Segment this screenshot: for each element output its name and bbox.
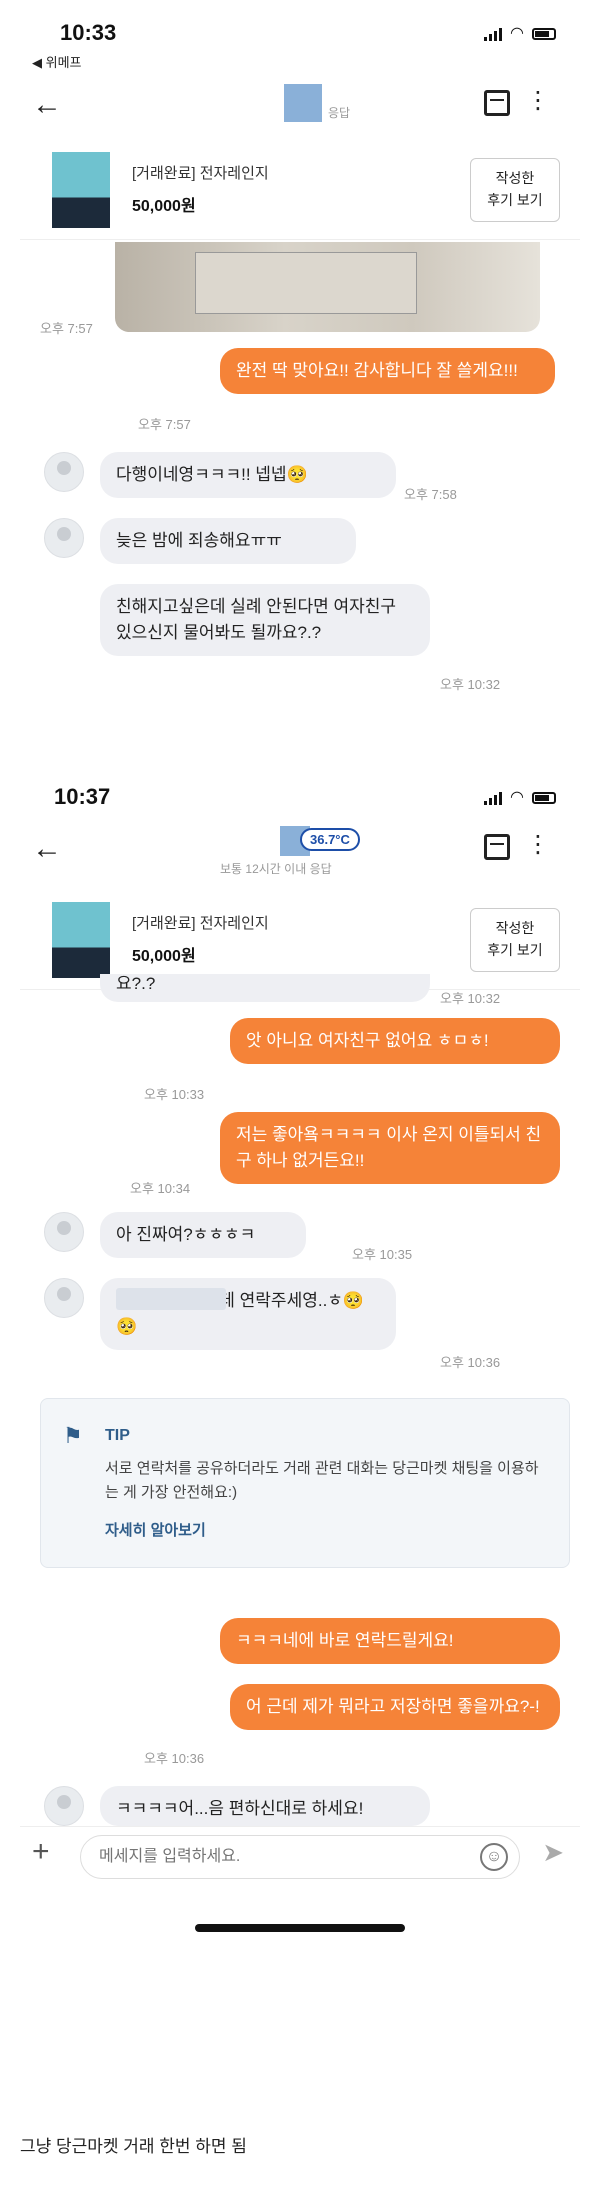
chat-screenshot-1: 10:33 ◀ 위메프 ◠ ← 응답 ⋮ [거래완료] 전자레인지 50,000…	[20, 0, 580, 728]
response-time-label: 보통 12시간 이내 응답	[220, 862, 332, 876]
plus-icon[interactable]: +	[32, 1835, 50, 1869]
post-caption: 그냥 당근마켓 거래 한번 하면 됨	[20, 2137, 247, 2156]
incoming-message: 아 진짜여?ㅎㅎㅎㅋ	[100, 1212, 306, 1258]
outgoing-message: ㅋㅋㅋ네에 바로 연락드릴게요!	[220, 1618, 560, 1664]
back-to-app-link[interactable]: ◀ 위메프	[32, 52, 82, 71]
review-button-line1: 작성한	[495, 920, 535, 936]
view-review-button[interactable]: 작성한 후기 보기	[470, 908, 560, 972]
partner-avatar[interactable]	[284, 84, 322, 122]
system-icons: ◠	[484, 790, 556, 806]
tip-learn-more-link[interactable]: 자세히 알아보기	[105, 1519, 206, 1540]
message-composer: + ☺ ➤	[20, 1826, 580, 1886]
partner-avatar-icon[interactable]	[44, 518, 84, 558]
system-icons: ◠	[484, 26, 556, 42]
back-arrow-icon[interactable]: ←	[32, 832, 62, 866]
review-button-line2: 후기 보기	[487, 192, 543, 208]
incoming-message: 다행이네영ㅋㅋㅋ!! 넵넵🥺	[100, 452, 396, 498]
product-thumbnail	[52, 152, 110, 228]
incoming-message: 친해지고싶은데 실례 안된다면 여자친구 있으신지 물어봐도 될까요?.?	[100, 584, 430, 656]
chat-header: ← 응답 ⋮	[20, 80, 580, 136]
incoming-message: 늦은 밤에 죄송해요ㅠㅠ	[100, 518, 356, 564]
blurred-phone-number	[116, 1288, 226, 1310]
message-time: 오후 10:32	[440, 677, 501, 692]
message-time: 오후 10:36	[144, 1751, 205, 1766]
product-price: 50,000원	[132, 948, 196, 965]
response-time-label: 응답	[328, 106, 351, 120]
message-time: 오후 10:35	[352, 1247, 413, 1262]
review-button-line2: 후기 보기	[487, 942, 543, 958]
incoming-message: 요?.?	[100, 974, 430, 1002]
more-vertical-icon[interactable]: ⋮	[526, 86, 550, 115]
product-status-title: [거래완료] 전자레인지	[132, 915, 269, 932]
message-time: 오후 7:58	[404, 487, 457, 502]
view-review-button[interactable]: 작성한 후기 보기	[470, 158, 560, 222]
back-arrow-icon[interactable]: ←	[32, 88, 62, 122]
shared-photo[interactable]	[115, 242, 540, 332]
wifi-icon: ◠	[510, 789, 524, 806]
safety-tip-box: ⚑ TIP 서로 연락처를 공유하더라도 거래 관련 대화는 당근마켓 채팅을 …	[40, 1398, 570, 1568]
tip-body: 서로 연락처를 공유하더라도 거래 관련 대화는 당근마켓 채팅을 이용하는 게…	[105, 1460, 539, 1501]
outgoing-message: 저는 좋아욬ㅋㅋㅋㅋ 이사 온지 이틀되서 친구 하나 없거든요!!	[220, 1112, 560, 1184]
message-time: 오후 7:57	[138, 417, 191, 432]
calendar-icon[interactable]	[484, 90, 510, 116]
message-time: 오후 10:32	[440, 991, 501, 1006]
outgoing-message: 완전 딱 맞아요!! 감사합니다 잘 쓸게요!!!	[220, 348, 555, 394]
signal-icon	[484, 27, 503, 41]
outgoing-message: 어 근데 제가 뭐라고 저장하면 좋을까요?-!	[230, 1684, 560, 1730]
send-icon[interactable]: ➤	[542, 1837, 564, 1868]
message-input[interactable]	[80, 1835, 520, 1879]
signal-icon	[484, 791, 503, 805]
product-thumbnail	[52, 902, 110, 978]
chat-screenshot-2: 10:37 ◠ ← 36.7°C 보통 12시간 이내 응답 ⋮ [거래완료] …	[20, 778, 580, 2008]
more-vertical-icon[interactable]: ⋮	[526, 830, 550, 859]
message-time: 오후 10:34	[130, 1181, 191, 1196]
chat-header: ← 36.7°C 보통 12시간 이내 응답 ⋮	[20, 824, 580, 880]
wifi-icon: ◠	[510, 25, 524, 42]
battery-icon	[532, 792, 556, 804]
calendar-icon[interactable]	[484, 834, 510, 860]
status-bar: 10:33 ◀ 위메프 ◠	[20, 0, 580, 70]
message-time: 오후 10:36	[440, 1355, 501, 1370]
emoji-icon[interactable]: ☺	[480, 1843, 508, 1871]
partner-avatar-icon[interactable]	[44, 1786, 84, 1826]
partner-avatar-icon[interactable]	[44, 452, 84, 492]
incoming-message: ㅋㅋㅋㅋ어...음 편하신대로 하세요!	[100, 1786, 430, 1826]
outgoing-message: 앗 아니요 여자친구 없어요 ㅎㅁㅎ!	[230, 1018, 560, 1064]
clock: 10:33	[60, 20, 117, 45]
message-time: 오후 10:33	[144, 1087, 205, 1102]
flag-icon: ⚑	[63, 1423, 83, 1448]
product-status-title: [거래완료] 전자레인지	[132, 165, 269, 182]
clock: 10:37	[54, 784, 111, 809]
review-button-line1: 작성한	[495, 170, 535, 186]
manner-temperature-badge: 36.7°C	[300, 828, 360, 851]
home-indicator	[195, 1924, 405, 1932]
message-time: 오후 7:57	[40, 321, 93, 336]
product-card[interactable]: [거래완료] 전자레인지 50,000원 작성한 후기 보기	[20, 140, 580, 240]
partner-avatar-icon[interactable]	[44, 1212, 84, 1252]
partner-avatar-icon[interactable]	[44, 1278, 84, 1318]
battery-icon	[532, 28, 556, 40]
tip-title: TIP	[105, 1427, 130, 1444]
product-price: 50,000원	[132, 198, 196, 215]
